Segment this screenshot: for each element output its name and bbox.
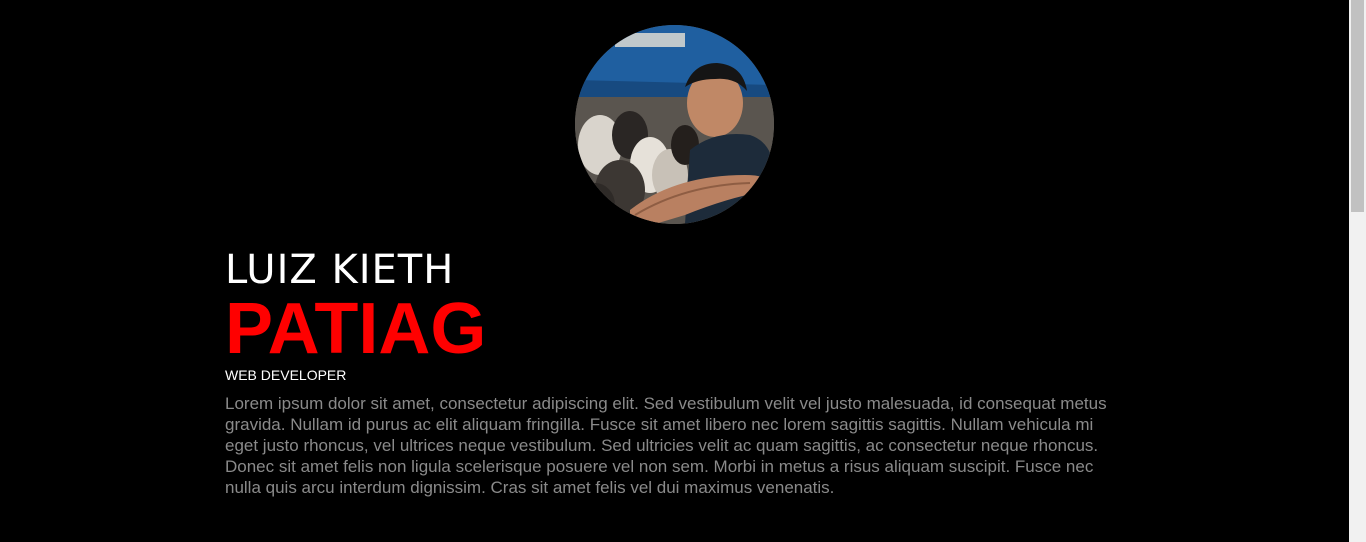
first-name: LUIZ KIETH — [225, 247, 455, 293]
bio-text: Lorem ipsum dolor sit amet, consectetur … — [225, 394, 1107, 497]
last-name: PATIAG — [225, 289, 487, 369]
vertical-scrollbar[interactable] — [1349, 0, 1366, 542]
page: LUIZ KIETH PATIAG WEB DEVELOPER Lorem ip… — [0, 0, 1349, 542]
scrollbar-thumb[interactable] — [1351, 0, 1364, 212]
profile-photo — [575, 25, 774, 224]
profile-intro: LUIZ KIETH PATIAG WEB DEVELOPER Lorem ip… — [225, 246, 1125, 498]
